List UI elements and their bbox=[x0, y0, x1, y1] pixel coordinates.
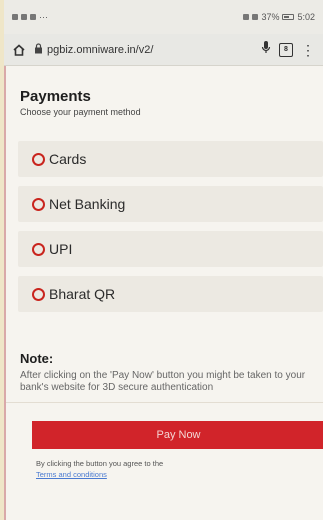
signal-icon bbox=[243, 14, 250, 20]
radio-icon[interactable] bbox=[32, 152, 45, 166]
battery-icon bbox=[282, 14, 295, 20]
radio-icon[interactable] bbox=[32, 197, 45, 211]
payment-method-bharat-qr[interactable]: Bharat QR bbox=[18, 276, 323, 312]
tabs-icon[interactable]: 8 bbox=[279, 42, 293, 57]
radio-icon[interactable] bbox=[32, 287, 45, 301]
page-title: Payments bbox=[20, 88, 91, 105]
payment-methods-list: Cards Net Banking UPI Bharat QR bbox=[6, 141, 323, 312]
terms-link[interactable]: Terms and conditions bbox=[36, 470, 107, 479]
method-label: Cards bbox=[49, 151, 87, 167]
radio-icon[interactable] bbox=[32, 242, 45, 256]
battery-percent: 37% bbox=[261, 12, 280, 22]
app-icon bbox=[30, 14, 36, 20]
status-left: ··· bbox=[12, 12, 48, 22]
agree-text: By clicking the button you agree to the bbox=[36, 459, 164, 468]
payment-method-net-banking[interactable]: Net Banking bbox=[18, 186, 323, 222]
method-label: Bharat QR bbox=[49, 286, 116, 302]
method-label: UPI bbox=[49, 241, 73, 257]
mic-icon[interactable] bbox=[261, 40, 271, 59]
notification-icon bbox=[12, 14, 18, 20]
payment-page: Payments Choose your payment method Card… bbox=[4, 66, 323, 520]
status-bar: ··· 37% 5:02 bbox=[4, 0, 323, 34]
mail-icon bbox=[21, 14, 27, 20]
home-icon[interactable] bbox=[12, 43, 26, 57]
payment-method-upi[interactable]: UPI bbox=[18, 231, 323, 267]
pay-now-button[interactable]: Pay Now bbox=[32, 421, 323, 449]
note-title: Note: bbox=[20, 351, 54, 366]
clock: 5:02 bbox=[297, 12, 315, 22]
status-right: 37% 5:02 bbox=[243, 12, 315, 22]
method-label: Net Banking bbox=[49, 196, 126, 212]
pay-section: Pay Now By clicking the button you agree… bbox=[6, 402, 323, 520]
phone-screen: ··· 37% 5:02 pgbiz.omniware.in/v2/ 8 ⋮ P… bbox=[4, 0, 323, 520]
url-field[interactable]: pgbiz.omniware.in/v2/ bbox=[34, 42, 253, 57]
overflow-menu-icon[interactable]: ⋮ bbox=[301, 43, 315, 57]
url-text: pgbiz.omniware.in/v2/ bbox=[47, 43, 154, 56]
browser-address-bar: pgbiz.omniware.in/v2/ 8 ⋮ bbox=[4, 34, 323, 66]
page-subtitle: Choose your payment method bbox=[20, 107, 141, 117]
lock-icon bbox=[34, 42, 43, 57]
note-text: After clicking on the 'Pay Now' button y… bbox=[20, 370, 306, 393]
more-notifications-icon: ··· bbox=[39, 12, 48, 22]
wifi-icon bbox=[252, 14, 259, 20]
payment-method-cards[interactable]: Cards bbox=[18, 141, 323, 177]
